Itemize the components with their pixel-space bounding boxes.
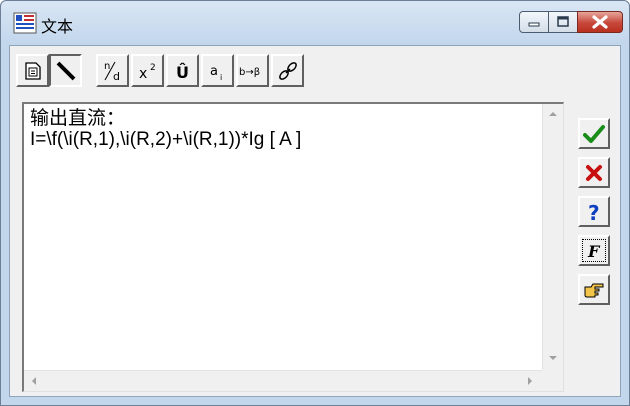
scrollbar-corner xyxy=(542,370,563,391)
minimize-button[interactable] xyxy=(519,11,549,33)
font-f-icon: F xyxy=(587,242,601,261)
scroll-right-arrow-icon[interactable] xyxy=(528,377,532,385)
help-button[interactable]: ? xyxy=(578,196,610,227)
minimize-icon xyxy=(528,22,540,27)
text-editor[interactable]: 输出直流： I=\f(\i(R,1),\i(R,2)+\i(R,1))*Ig [… xyxy=(22,102,564,392)
editor-text-area[interactable]: 输出直流： I=\f(\i(R,1),\i(R,2)+\i(R,1))*Ig [… xyxy=(24,104,542,372)
ok-button[interactable] xyxy=(578,118,610,149)
scroll-down-arrow-icon[interactable] xyxy=(549,356,557,360)
editor-line: 输出直流： xyxy=(30,108,126,129)
pointing-hand-icon xyxy=(584,283,604,297)
svg-text:?: ? xyxy=(588,201,600,223)
text-app-icon xyxy=(13,12,37,34)
side-button-column: ? F xyxy=(578,118,610,313)
text-dialog-window: 文本 n d x 2 Û a i b→β 输出直流： I=\f(\i(R,1),… xyxy=(0,0,630,406)
ok-check-icon xyxy=(583,124,605,143)
pointer-button[interactable] xyxy=(578,274,610,305)
svg-text:x: x xyxy=(139,66,147,82)
subscript-icon: a i xyxy=(210,64,222,82)
svg-text:F: F xyxy=(587,242,601,261)
title-bar[interactable]: 文本 xyxy=(1,1,629,45)
svg-text:a: a xyxy=(210,64,218,79)
pen-mode-button[interactable] xyxy=(49,54,82,87)
horizontal-scrollbar[interactable] xyxy=(24,370,542,391)
greek-convert-icon: b→β xyxy=(239,67,260,78)
superscript-button[interactable]: x 2 xyxy=(131,54,164,87)
dialog-client-area: n d x 2 Û a i b→β 输出直流： I=\f(\i(R,1),\i(… xyxy=(9,45,621,397)
cancel-button[interactable] xyxy=(578,157,610,188)
close-button[interactable] xyxy=(577,11,623,33)
greek-convert-button[interactable]: b→β xyxy=(236,54,269,87)
font-button[interactable]: F xyxy=(578,235,610,266)
maximize-icon xyxy=(557,16,569,27)
scroll-up-arrow-icon[interactable] xyxy=(549,112,557,116)
accent-button[interactable]: Û xyxy=(166,54,199,87)
svg-text:n: n xyxy=(104,61,110,72)
svg-text:d: d xyxy=(113,70,120,83)
svg-text:i: i xyxy=(220,73,222,82)
fraction-button[interactable]: n d xyxy=(96,54,129,87)
pen-icon xyxy=(56,61,75,80)
scroll-left-arrow-icon[interactable] xyxy=(32,377,36,385)
help-question-icon: ? xyxy=(588,201,600,223)
link-icon xyxy=(278,61,297,80)
subscript-button[interactable]: a i xyxy=(201,54,234,87)
cancel-x-icon xyxy=(586,164,602,181)
vertical-scrollbar[interactable] xyxy=(542,104,563,372)
caption-buttons xyxy=(519,11,623,33)
accent-icon: Û xyxy=(176,63,189,82)
link-button[interactable] xyxy=(271,54,304,87)
fraction-icon: n d xyxy=(104,61,120,83)
svg-text:Û: Û xyxy=(176,63,189,82)
document-icon xyxy=(24,61,41,80)
editor-line: I=\f(\i(R,1),\i(R,2)+\i(R,1))*Ig [ A ] xyxy=(30,129,302,150)
superscript-icon: x 2 xyxy=(139,63,156,82)
window-title: 文本 xyxy=(41,17,74,36)
close-icon xyxy=(592,15,608,29)
document-button[interactable] xyxy=(16,54,49,87)
maximize-button[interactable] xyxy=(548,11,578,33)
svg-text:2: 2 xyxy=(150,63,156,73)
svg-text:b→β: b→β xyxy=(239,67,260,78)
format-toolbar: n d x 2 Û a i b→β xyxy=(16,54,306,88)
